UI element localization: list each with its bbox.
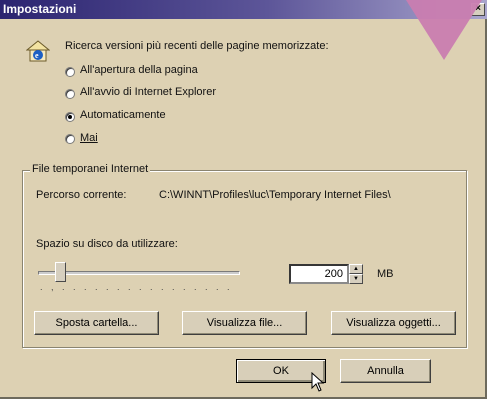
view-files-button[interactable]: Visualizza file... (182, 311, 307, 335)
dialog-title: Impostazioni (3, 2, 77, 16)
cancel-button[interactable]: Annulla (340, 359, 431, 383)
radio-never[interactable] (65, 134, 75, 144)
mouse-pointer-icon (311, 371, 325, 395)
disk-space-input[interactable]: 200 (289, 264, 349, 284)
slider-ticks: . , . . . . . . . . . . . . . . . . (40, 282, 233, 292)
disk-space-spinner[interactable]: ▲ ▼ (349, 264, 363, 284)
radio-on-page-open-label[interactable]: All'apertura della pagina (80, 64, 198, 76)
radio-never-label[interactable]: Mai (80, 132, 98, 144)
check-versions-label: Ricerca versioni più recenti delle pagin… (65, 40, 329, 52)
radio-on-page-open[interactable] (65, 67, 75, 77)
radio-on-ie-start-label[interactable]: All'avvio di Internet Explorer (80, 86, 216, 98)
spin-up-icon[interactable]: ▲ (349, 264, 363, 274)
move-folder-button[interactable]: Sposta cartella... (34, 311, 159, 335)
disk-space-slider-thumb[interactable] (55, 262, 66, 282)
disk-space-slider-track[interactable] (38, 271, 240, 275)
settings-dialog: Impostazioni × e Ricerca versioni più re… (0, 0, 487, 399)
spin-down-icon[interactable]: ▼ (349, 274, 363, 284)
ie-settings-icon: e (25, 40, 51, 62)
radio-automatically[interactable] (65, 112, 75, 122)
pink-triangle-decoration (406, 0, 482, 60)
temp-files-group-label: File temporanei Internet (30, 163, 151, 175)
svg-text:e: e (35, 51, 39, 60)
radio-automatically-label[interactable]: Automaticamente (80, 109, 166, 121)
radio-on-ie-start[interactable] (65, 89, 75, 99)
current-path-value: C:\WINNT\Profiles\luc\Temporary Internet… (159, 189, 391, 201)
disk-space-unit: MB (377, 268, 394, 280)
current-path-label: Percorso corrente: (36, 189, 127, 201)
view-objects-button[interactable]: Visualizza oggetti... (331, 311, 456, 335)
disk-space-label: Spazio su disco da utilizzare: (36, 238, 178, 250)
